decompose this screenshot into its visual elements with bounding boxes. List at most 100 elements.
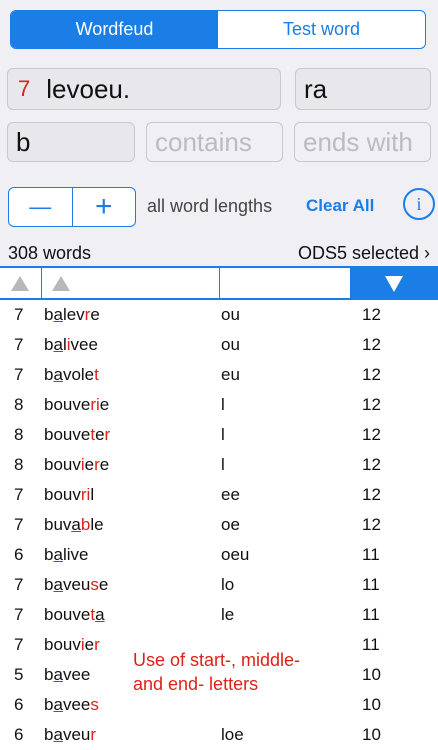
row-score: 12 <box>362 305 381 324</box>
word-count: 308 words <box>8 243 92 263</box>
row-score: 10 <box>362 695 381 714</box>
sort-up-icon <box>11 276 29 291</box>
row-word: bouverie <box>44 395 110 414</box>
row-score: 12 <box>362 395 381 414</box>
starts-with-value: b <box>16 126 31 157</box>
letters-value: levoeu. <box>46 73 131 104</box>
row-score: 11 <box>362 545 380 564</box>
row-score: 12 <box>362 335 381 354</box>
row-length: 7 <box>14 365 24 384</box>
row-extra: l <box>221 395 225 414</box>
table-row[interactable]: 7 balevre ou 12 <box>0 300 438 330</box>
table-row[interactable]: 8 bouverie l 12 <box>0 390 438 420</box>
table-row[interactable]: 8 bouveter l 12 <box>0 420 438 450</box>
row-word: balivee <box>44 335 98 354</box>
dictionary-selector[interactable]: ODS5 selected › <box>298 243 430 264</box>
row-score: 11 <box>362 575 380 594</box>
row-score: 12 <box>362 455 381 474</box>
tab-test-word[interactable]: Test word <box>218 11 425 48</box>
table-row[interactable]: 7 bouveta le 11 <box>0 600 438 630</box>
row-word: bavolet <box>44 365 99 384</box>
row-word: buvable <box>44 515 104 534</box>
plus-icon: + <box>94 190 113 223</box>
row-extra: ee <box>221 485 240 504</box>
increase-length-button[interactable]: + <box>73 188 136 226</box>
row-extra: ou <box>221 335 240 354</box>
row-score: 12 <box>362 425 381 444</box>
table-header <box>0 266 438 300</box>
row-length: 6 <box>14 545 24 564</box>
table-row[interactable]: 7 buvable oe 12 <box>0 510 438 540</box>
row-word: bavees <box>44 695 99 714</box>
contains-input[interactable]: contains <box>146 122 283 162</box>
row-extra: l <box>221 455 225 474</box>
table-row[interactable]: 7 bouvril ee 12 <box>0 480 438 510</box>
row-word: bouveta <box>44 605 105 624</box>
row-length: 7 <box>14 605 24 624</box>
sort-length-header[interactable] <box>0 268 42 298</box>
row-word: bouveter <box>44 425 111 444</box>
sort-word-header[interactable] <box>42 268 220 298</box>
row-extra: oeu <box>221 545 250 564</box>
board-letters-input[interactable]: ra <box>295 68 431 110</box>
minus-icon: — <box>29 194 52 219</box>
row-extra: eu <box>221 365 240 384</box>
row-word: bouvril <box>44 485 95 504</box>
row-extra: lo <box>221 575 235 594</box>
sort-down-icon <box>385 276 403 292</box>
row-score: 12 <box>362 515 381 534</box>
row-word: bouvier <box>44 635 100 654</box>
row-word: baveur <box>44 725 97 744</box>
sort-up-icon <box>52 276 70 291</box>
row-length: 8 <box>14 425 24 444</box>
caption-line-1: Use of start-, middle- <box>133 650 301 670</box>
board-letters-value: ra <box>304 73 328 104</box>
row-length: 7 <box>14 305 24 324</box>
tab-wordfeud[interactable]: Wordfeud <box>11 11 218 48</box>
letter-count: 7 <box>18 76 31 101</box>
contains-placeholder: contains <box>155 126 252 157</box>
row-extra: ou <box>221 305 240 324</box>
row-length: 5 <box>14 665 24 684</box>
row-score: 11 <box>362 605 380 624</box>
promo-caption: Use of start-, middle- and end- letters <box>125 648 357 718</box>
row-extra: l <box>221 425 225 444</box>
row-score: 12 <box>362 485 381 504</box>
table-row[interactable]: 7 balivee ou 12 <box>0 330 438 360</box>
row-word: baveuse <box>44 575 109 594</box>
row-extra: le <box>221 605 235 624</box>
sort-score-header[interactable] <box>351 268 438 298</box>
mode-segmented-control: Wordfeud Test word <box>10 10 426 49</box>
table-row[interactable]: 7 baveuse lo 11 <box>0 570 438 600</box>
table-row[interactable]: 8 bouviere l 12 <box>0 450 438 480</box>
table-row[interactable]: 6 balive oeu 11 <box>0 540 438 570</box>
sort-extra-header[interactable] <box>220 268 351 298</box>
row-extra: oe <box>221 515 240 534</box>
info-icon[interactable]: i <box>403 188 435 220</box>
word-length-label: all word lengths <box>147 196 273 216</box>
row-word: bavee <box>44 665 91 684</box>
clear-all-button[interactable]: Clear All <box>306 196 374 216</box>
row-length: 7 <box>14 485 24 504</box>
row-length: 8 <box>14 395 24 414</box>
row-score: 12 <box>362 365 381 384</box>
row-extra: loe <box>221 725 244 744</box>
letters-input[interactable]: 7 levoeu. <box>7 68 281 110</box>
row-length: 6 <box>14 695 24 714</box>
ends-with-input[interactable]: ends with <box>294 122 431 162</box>
table-row[interactable]: 7 bavolet eu 12 <box>0 360 438 390</box>
row-word: balevre <box>44 305 100 324</box>
decrease-length-button[interactable]: — <box>9 188 73 226</box>
row-score: 10 <box>362 725 381 744</box>
row-length: 7 <box>14 335 24 354</box>
row-length: 7 <box>14 635 24 654</box>
table-row[interactable]: 6 baveur loe 10 <box>0 720 438 750</box>
starts-with-input[interactable]: b <box>7 122 135 162</box>
length-stepper: — + <box>8 187 136 227</box>
row-score: 11 <box>362 635 380 654</box>
row-length: 6 <box>14 725 24 744</box>
row-score: 10 <box>362 665 381 684</box>
ends-with-placeholder: ends with <box>303 126 413 157</box>
row-length: 7 <box>14 575 24 594</box>
caption-line-2: and end- letters <box>133 674 259 694</box>
